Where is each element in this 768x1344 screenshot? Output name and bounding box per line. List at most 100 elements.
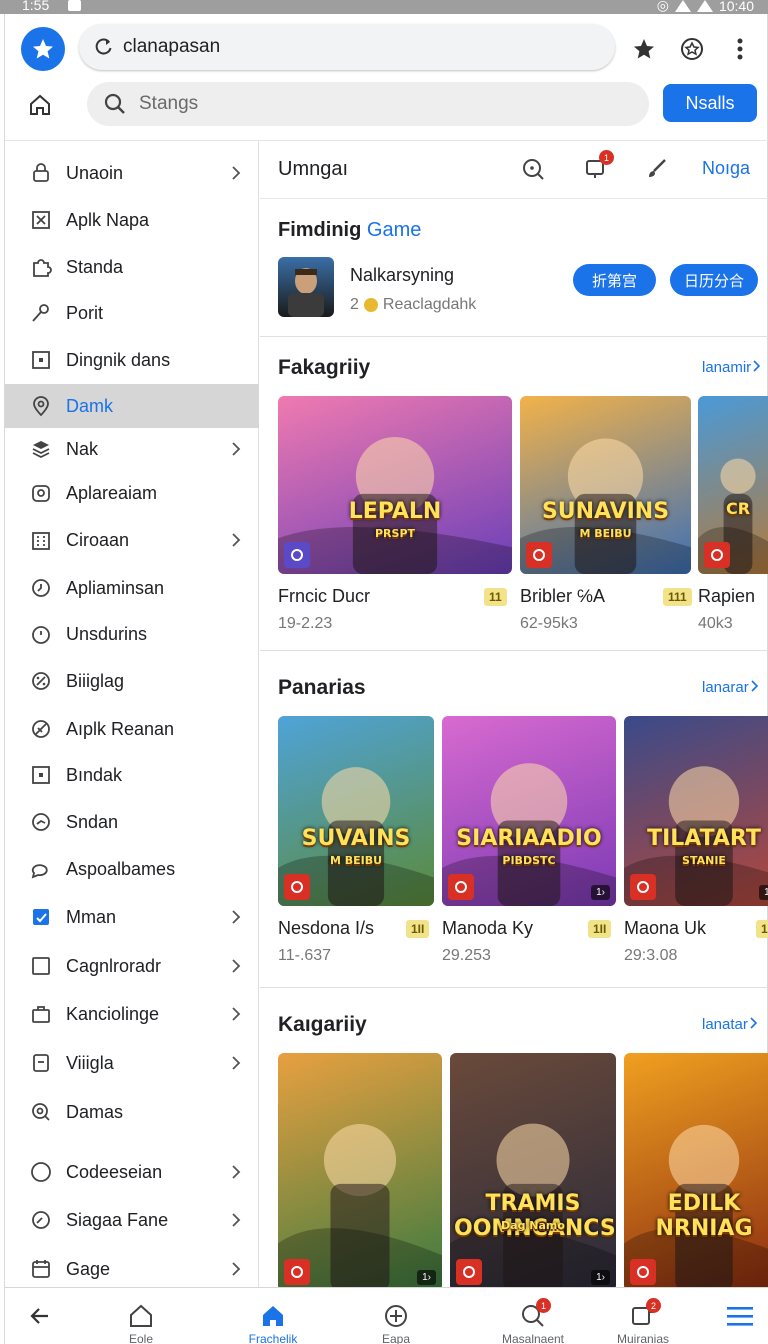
bottom-nav-item[interactable]: Eole (86, 1288, 196, 1344)
rating-badge: 1II (588, 920, 612, 938)
featured-heading: Fimdinig Game (278, 219, 421, 242)
home-icon[interactable] (25, 90, 55, 120)
extension-icon[interactable] (677, 34, 707, 64)
sidebar-item[interactable]: Sndan (5, 800, 259, 844)
sidebar-item[interactable]: Standa (5, 245, 259, 289)
section-see-all-link[interactable]: lanatar (702, 1016, 758, 1033)
brush-icon[interactable] (642, 154, 672, 184)
sidebar-item[interactable]: Ciroaan (5, 518, 259, 562)
sidebar-item[interactable]: Biiiglag (5, 659, 259, 703)
game-name[interactable]: Bribler ℅A (520, 586, 605, 607)
sidebar-item-label: Sndan (66, 811, 119, 832)
bottom-nav-item[interactable]: Eapa (341, 1288, 451, 1344)
sidebar-item[interactable]: Siagaa Fane (5, 1198, 259, 1242)
game-tag: 1› (591, 1270, 610, 1285)
sidebar-item[interactable]: Dingnik dans (5, 338, 259, 382)
back-button[interactable] (0, 1288, 95, 1344)
search-bar[interactable] (87, 82, 649, 126)
sidebar-item[interactable]: Mman (5, 895, 259, 939)
game-card[interactable]: SIARIAADIO PIBDSTC 1› (442, 716, 616, 906)
game-stat: 29:3.08 (624, 947, 678, 964)
game-art-subtitle: Dag Namo (501, 1219, 565, 1233)
section-see-all-link[interactable]: lanarar (702, 679, 759, 696)
featured-game-thumbnail[interactable] (278, 257, 334, 317)
sidebar-item[interactable]: Cagnlroradr (5, 944, 259, 988)
game-name[interactable]: Frncic Ducr (278, 586, 370, 607)
sidebar-item[interactable]: Aplareaiam (5, 471, 259, 515)
bookmark-star-logo[interactable] (21, 27, 65, 71)
address-bar[interactable]: clanapasan (79, 24, 615, 70)
sidebar: Unaoin Aplk Napa Standa Porit Dingnik dans Da… (5, 141, 259, 1287)
game-card[interactable]: TILATART STANIE 1› (624, 716, 768, 906)
reload-icon[interactable] (93, 36, 115, 58)
sidebar-item[interactable]: Aspoalbames (5, 847, 259, 891)
more-vert-icon[interactable] (725, 34, 755, 64)
sidebar-item[interactable]: Nak (5, 427, 259, 471)
chevron-right-icon (229, 442, 243, 456)
primary-action-button[interactable]: Nsalls (663, 84, 757, 122)
sidebar-item[interactable]: Apliaminsan (5, 566, 259, 610)
game-card[interactable]: 1› (278, 1053, 442, 1287)
alarm-icon: ◎ (656, 0, 669, 13)
game-card[interactable]: SUNAVINS M BEIBU (520, 396, 691, 574)
location-pin-icon (30, 395, 52, 417)
sidebar-item[interactable]: Unsdurins (5, 612, 259, 656)
game-card[interactable]: SUVAINS M BEIBU (278, 716, 434, 906)
calendar-icon (30, 1258, 52, 1280)
chat-icon (30, 858, 52, 880)
sidebar-item[interactable]: Codeeseian (5, 1150, 259, 1194)
sidebar-item[interactable]: Damk (5, 384, 259, 428)
zoom-search-icon[interactable] (518, 154, 548, 184)
game-name[interactable]: Maona Uk (624, 918, 706, 939)
wifi-icon (674, 0, 691, 12)
notification-badge: 1 (599, 150, 614, 165)
sidebar-item[interactable]: Aplk Napa (5, 198, 259, 242)
game-name[interactable]: Manoda Ky (442, 918, 533, 939)
section-title: Fakagriiy (278, 356, 371, 379)
sidebar-item[interactable]: Gage (5, 1247, 259, 1291)
chevron-right-icon (229, 1213, 243, 1227)
search-circle-icon (30, 1101, 52, 1123)
plus-circle-icon (382, 1302, 410, 1330)
smile-icon (363, 298, 378, 312)
sidebar-item[interactable]: Unaoin (5, 151, 259, 195)
url-text: clanapasan (123, 36, 221, 57)
game-art (450, 1053, 616, 1287)
section-see-all-link[interactable]: lanamir (702, 359, 761, 376)
game-name[interactable]: Nesdona I/s (278, 918, 374, 939)
featured-action-button-2[interactable]: 日历分合 (670, 264, 758, 296)
bottom-nav-item[interactable]: Frachelik (218, 1288, 328, 1344)
featured-action-button-1[interactable]: 折第宫 (573, 264, 656, 296)
game-card[interactable]: LEPALN PRSPT (278, 396, 512, 574)
sidebar-item-label: Bındak (66, 764, 123, 785)
sidebar-item[interactable]: Aıplk Reanan (5, 707, 259, 751)
sidebar-item[interactable]: Porit (5, 291, 259, 335)
notification-bell-icon[interactable]: 1 (580, 150, 614, 184)
bookmark-star-icon[interactable] (629, 34, 659, 64)
sidebar-item-label: Codeeseian (66, 1161, 163, 1182)
game-card[interactable]: EDILK NRNIAG (624, 1053, 768, 1287)
game-stat: 40k3 (698, 615, 733, 632)
section-link-text: lanatar (702, 1016, 748, 1033)
sidebar-item[interactable]: Kanciolinge (5, 992, 259, 1036)
search-input[interactable] (139, 93, 619, 115)
featured-game-name[interactable]: Nalkarsyning (350, 265, 454, 286)
sidebar-item-label: Unsdurins (66, 623, 148, 644)
game-name[interactable]: Rapien (698, 586, 755, 607)
game-source-icon (630, 874, 656, 900)
header-link[interactable]: Noıga (702, 158, 750, 179)
main-header: Umngaı 1 Noıga (260, 141, 768, 199)
layers-icon (30, 438, 52, 460)
chevron-right-icon (229, 1262, 243, 1276)
status-bar: 1:55 ◎ 10:40 (0, 0, 768, 14)
game-card[interactable]: TRAMIS OOMNCANCS Dag Namo 1› (450, 1053, 616, 1287)
game-card[interactable]: CR (698, 396, 768, 574)
sidebar-item[interactable]: Bındak (5, 753, 259, 797)
sidebar-item[interactable]: Viiigla (5, 1041, 259, 1085)
checkbox-checked-icon (30, 906, 52, 928)
bottom-nav-item[interactable]: 1 Masalnaent (478, 1288, 588, 1344)
signal-icon (696, 0, 713, 12)
sidebar-item[interactable]: Damas (5, 1090, 259, 1134)
bottom-nav-item[interactable]: 2 Muiranias (588, 1288, 698, 1344)
game-tag: 1› (759, 885, 768, 900)
